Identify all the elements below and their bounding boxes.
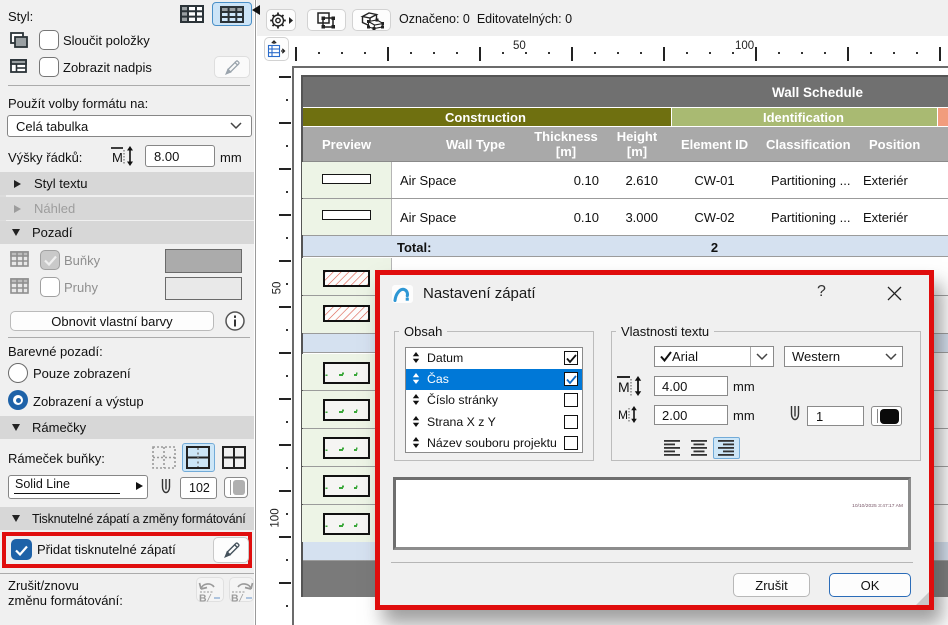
svg-text:B: B [199,593,207,603]
svg-text:M: M [112,150,123,165]
svg-text:/: / [239,593,244,603]
svg-text:M: M [618,408,628,422]
svg-text:/: / [207,593,212,603]
svg-text:B: B [231,593,239,603]
svg-text:M: M [618,379,630,395]
